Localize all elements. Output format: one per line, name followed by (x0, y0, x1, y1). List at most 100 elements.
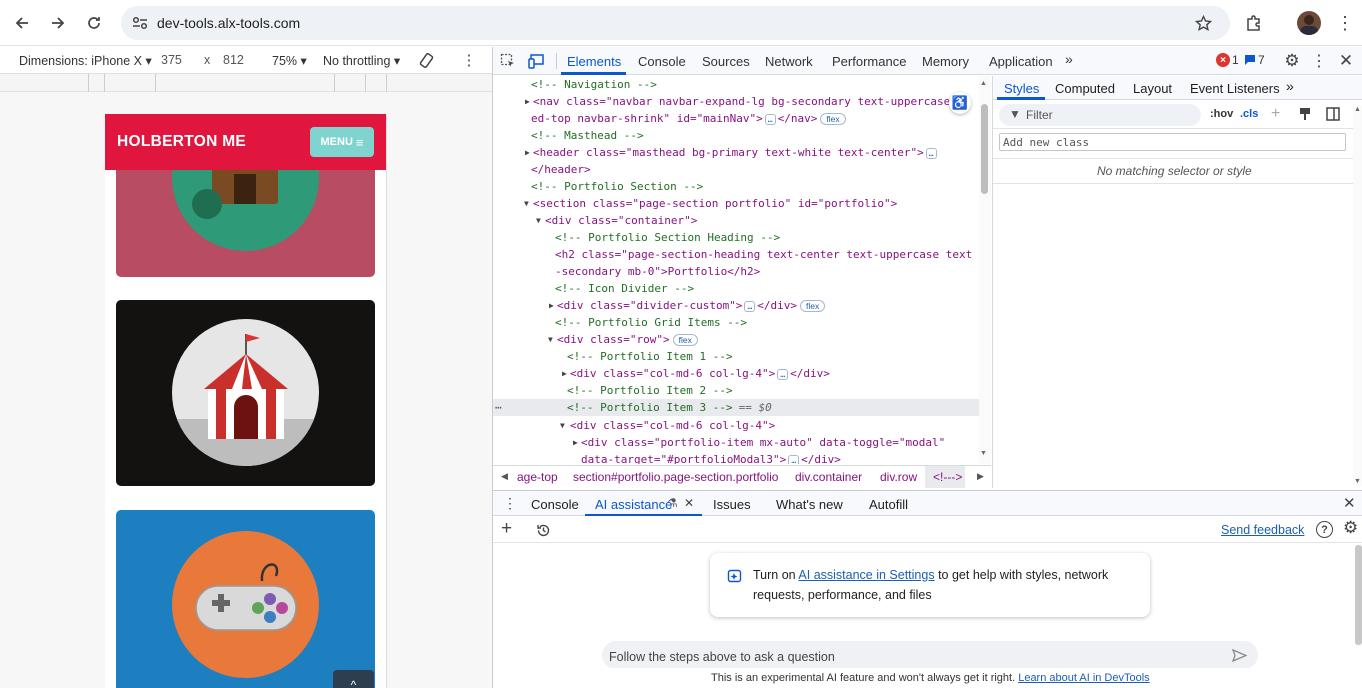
dom-comment[interactable]: <!-- Portfolio Item 1 --> (567, 350, 733, 363)
dom-comment[interactable]: <!-- Icon Divider --> (555, 282, 694, 295)
expand-triangle-icon[interactable]: ▶ (573, 434, 578, 451)
dom-comment[interactable]: <!-- Navigation --> (531, 78, 657, 91)
width-input[interactable]: 375 (161, 53, 182, 67)
tab-styles[interactable]: Styles (1004, 81, 1039, 96)
drawer-tab-issues[interactable]: Issues (713, 497, 751, 512)
extensions-puzzle-icon[interactable] (1243, 12, 1265, 34)
flex-badge[interactable]: flex (672, 334, 698, 346)
styles-scrollbar[interactable]: ▲ ▼ (1353, 106, 1362, 486)
send-icon[interactable] (1230, 647, 1248, 663)
back-arrow-icon[interactable] (8, 9, 36, 37)
ellipsis-badge[interactable]: … (925, 147, 937, 159)
breadcrumb-item[interactable]: section#portfolio.page-section.portfolio (573, 470, 778, 484)
dom-comment[interactable]: <!-- Portfolio Section Heading --> (555, 231, 780, 244)
device-more-icon[interactable]: ⋮ (460, 51, 478, 69)
help-icon[interactable]: ? (1316, 521, 1333, 538)
url-text[interactable]: dev-tools.alx-tools.com (157, 15, 300, 31)
dom-comment[interactable]: <!-- Masthead --> (531, 129, 644, 142)
ellipsis-badge[interactable]: … (777, 368, 789, 380)
tab-performance[interactable]: Performance (832, 54, 906, 69)
collapse-triangle-icon[interactable]: ▼ (536, 212, 541, 229)
dom-node-header[interactable]: <header class="masthead bg-primary text-… (533, 146, 924, 159)
hov-toggle[interactable]: :hov (1210, 108, 1233, 120)
tab-network[interactable]: Network (765, 54, 813, 69)
dom-node-section[interactable]: <section class="page-section portfolio" … (533, 197, 897, 210)
close-devtools-icon[interactable]: ✕ (1336, 51, 1356, 71)
breadcrumb-right-arrow-icon[interactable]: ▶ (977, 471, 984, 482)
dom-comment[interactable]: <!-- Portfolio Item 2 --> (567, 384, 733, 397)
dom-node-row[interactable]: <div class="row"> (557, 333, 670, 346)
dom-node-portfolio-item[interactable]: <div class="portfolio-item mx-auto" data… (581, 436, 945, 449)
tab-console[interactable]: Console (638, 54, 686, 69)
devtools-split-divider[interactable] (492, 47, 493, 688)
elements-tree[interactable]: <!-- Navigation --> ▶ <nav class="navbar … (493, 76, 991, 464)
profile-avatar[interactable] (1297, 11, 1321, 35)
address-bar[interactable]: dev-tools.alx-tools.com (121, 6, 1230, 40)
elements-scrollbar[interactable]: ▲ ▼ (979, 76, 991, 464)
throttling-select[interactable]: No throttling ▾ (323, 53, 400, 68)
close-drawer-icon[interactable]: ✕ (1343, 494, 1356, 512)
dom-node-divider[interactable]: <div class="divider-custom"> (557, 299, 742, 312)
message-count[interactable]: 7 (1258, 53, 1265, 67)
dom-node-h2[interactable]: <h2 class="page-section-heading text-cen… (555, 248, 972, 261)
sidebar-toggle-icon[interactable] (1325, 106, 1341, 122)
selected-dom-line[interactable]: ⋯ <!-- Portfolio Item 3 --> == $0 (493, 399, 983, 416)
add-class-input[interactable]: Add new class (999, 133, 1346, 151)
scrollbar-thumb[interactable] (981, 104, 988, 194)
dom-node-h2-cont[interactable]: -secondary mb-0">Portfolio</h2> (555, 265, 760, 278)
expand-triangle-icon[interactable]: ▶ (525, 93, 530, 110)
cls-toggle[interactable]: .cls (1240, 108, 1258, 120)
emulated-page[interactable]: ^ HOLBERTON ME MENU ≡ (105, 114, 386, 688)
tab-memory[interactable]: Memory (922, 54, 969, 69)
tab-event-listeners[interactable]: Event Listeners (1190, 81, 1280, 96)
menu-button[interactable]: MENU ≡ (310, 127, 374, 157)
tab-application[interactable]: Application (989, 54, 1053, 69)
drawer-scrollbar-thumb[interactable] (1355, 545, 1362, 645)
portfolio-card-circus[interactable] (116, 300, 375, 486)
drawer-tab-autofill[interactable]: Autofill (869, 497, 908, 512)
dom-node-nav-cont[interactable]: ed-top navbar-shrink" id="mainNav"> (531, 112, 763, 125)
ellipsis-badge[interactable]: … (764, 113, 776, 125)
browser-menu-icon[interactable]: ⋮ (1335, 12, 1355, 34)
flex-badge[interactable]: flex (820, 113, 846, 125)
flex-badge[interactable]: flex (800, 300, 826, 312)
error-icon[interactable]: × (1216, 53, 1230, 67)
collapse-triangle-icon[interactable]: ▼ (548, 331, 553, 348)
styles-filter-input[interactable]: ▼ Filter (999, 104, 1201, 126)
dom-node-col-1[interactable]: <div class="col-md-6 col-lg-4"> (570, 367, 775, 380)
reload-icon[interactable] (80, 9, 108, 37)
dom-node-nav[interactable]: <nav class="navbar navbar-expand-lg bg-s… (533, 95, 963, 108)
expand-triangle-icon[interactable]: ▶ (549, 297, 554, 314)
dom-node-portfolio-item-cont[interactable]: data-target="#portfolioModal3"> (581, 453, 786, 464)
more-actions-icon[interactable]: ⋯ (495, 399, 502, 416)
inspect-element-icon[interactable] (499, 52, 517, 70)
rotate-icon[interactable] (416, 50, 436, 70)
drawer-tab-console[interactable]: Console (531, 497, 579, 512)
ellipsis-badge[interactable]: … (744, 300, 756, 312)
tab-sources[interactable]: Sources (702, 54, 750, 69)
zoom-select[interactable]: 75% ▾ (272, 53, 307, 68)
more-panes-icon[interactable]: » (1286, 78, 1294, 94)
add-rule-icon[interactable]: + (1271, 105, 1280, 123)
message-icon[interactable] (1244, 53, 1256, 67)
collapse-triangle-icon[interactable]: ▼ (524, 195, 529, 212)
breadcrumb-item[interactable]: age-top (517, 470, 558, 484)
color-format-icon[interactable] (1298, 106, 1312, 122)
dom-close-header[interactable]: </header> (531, 163, 591, 176)
breadcrumb-item[interactable]: div.container (795, 470, 862, 484)
device-toggle-icon[interactable] (527, 52, 545, 70)
drawer-menu-icon[interactable]: ⋮ (503, 495, 517, 512)
breadcrumb-item-active[interactable]: <!---> (925, 466, 965, 488)
dom-comment[interactable]: <!-- Portfolio Section --> (531, 180, 703, 193)
error-count[interactable]: 1 (1232, 53, 1239, 67)
accessibility-icon[interactable]: ♿ (949, 92, 971, 114)
ellipsis-badge[interactable]: … (788, 454, 800, 464)
tab-computed[interactable]: Computed (1055, 81, 1115, 96)
dom-comment-selected[interactable]: <!-- Portfolio Item 3 --> (567, 401, 733, 414)
history-icon[interactable] (534, 521, 552, 539)
breadcrumb-left-arrow-icon[interactable]: ◀ (501, 471, 508, 482)
site-settings-icon[interactable] (131, 14, 149, 32)
ask-input[interactable]: Follow the steps above to ask a question (602, 641, 1258, 669)
scroll-top-button[interactable]: ^ (333, 670, 374, 688)
close-tab-icon[interactable]: ✕ (684, 496, 694, 510)
